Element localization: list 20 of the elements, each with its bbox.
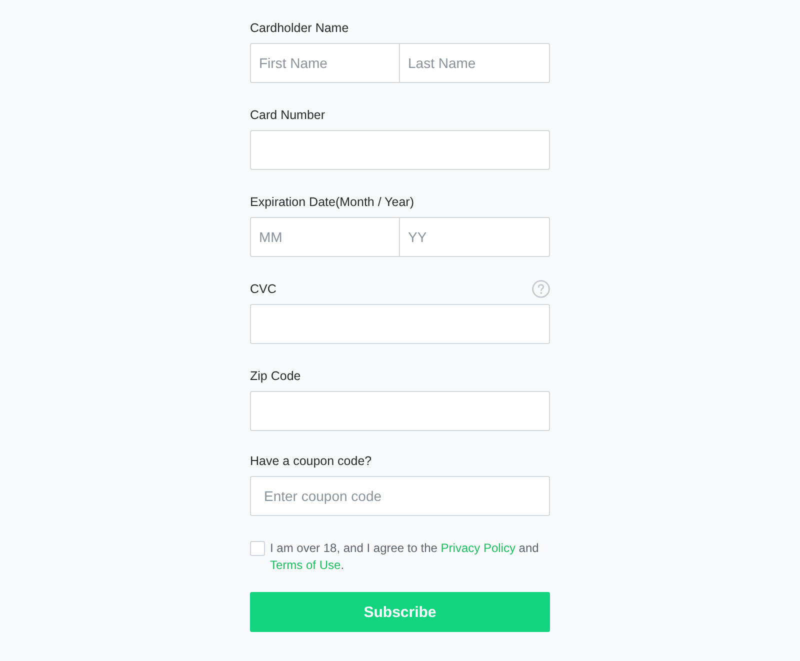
link[interactable]: Terms of Use (270, 558, 341, 572)
input-field[interactable]: First Name (250, 43, 400, 83)
field-label: Card Number (250, 107, 326, 124)
field-label: Zip Code (250, 368, 301, 385)
agreement-text: I am over 18, and I agree to the Privacy Policy and Terms of Use. (270, 540, 540, 573)
input-field[interactable] (250, 391, 550, 431)
field-label: Expiration Date(Month / Year) (250, 194, 414, 211)
field-label: Cardholder Name (250, 20, 349, 37)
subscribe-button[interactable]: Subscribe (250, 592, 550, 632)
input-field[interactable] (250, 130, 550, 170)
field-label: Have a coupon code? (250, 453, 372, 470)
input-field[interactable]: MM (250, 217, 400, 257)
input-field[interactable]: Enter coupon code (250, 476, 550, 516)
input-field[interactable] (250, 304, 550, 344)
input-field[interactable]: Last Name (400, 43, 550, 83)
link[interactable]: Privacy Policy (440, 541, 516, 555)
help-icon[interactable] (532, 280, 550, 298)
field-label: CVC (250, 281, 276, 298)
checkbox[interactable] (250, 541, 265, 556)
input-field[interactable]: YY (400, 217, 550, 257)
